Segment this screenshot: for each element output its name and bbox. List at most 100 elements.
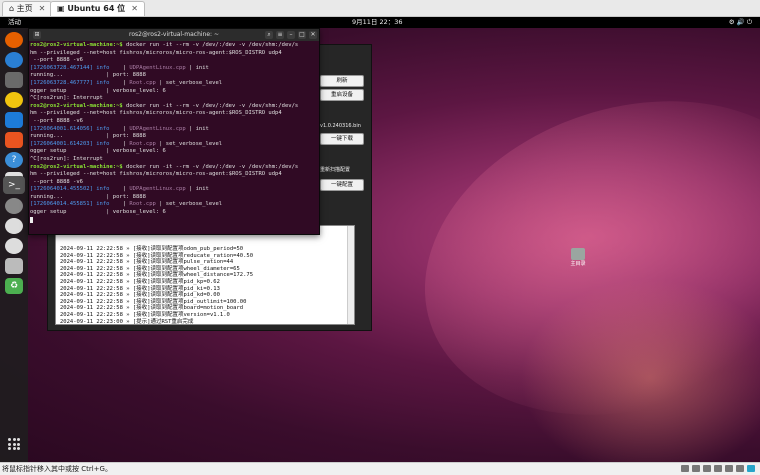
software-icon[interactable] [5, 132, 23, 148]
terminal-output[interactable]: ros2@ros2-virtual-machine:~$ docker run … [30, 42, 318, 232]
menu-icon[interactable]: ≡ [276, 31, 284, 39]
log-source: Root.cpp [129, 140, 156, 147]
output-text: ^C[ros2run]: Interrupt [30, 155, 103, 162]
text-cursor [30, 216, 33, 223]
log-level: info [96, 201, 110, 208]
activities-button[interactable]: 活动 [8, 17, 21, 28]
terminal-titlebar[interactable]: ⊞ ros2@ros2-virtual-machine: ~ ⌕ ≡ – □ ✕ [29, 29, 319, 41]
restart-device-button[interactable]: 重启设备 [320, 89, 364, 101]
system-menu-icons[interactable]: ⚙ 🔊 ⏻ [729, 17, 752, 28]
close-icon[interactable]: ✕ [131, 4, 138, 13]
dock: ? a >_ ♻ [0, 28, 28, 462]
terminal-line: ^C[ros2run]: Interrupt [30, 95, 318, 103]
output-text: --port 8888 -v6 [30, 178, 83, 185]
tab-ubuntu-vm[interactable]: ▣ Ubuntu 64 位 ✕ [50, 1, 145, 16]
search-icon[interactable]: ⌕ [265, 31, 273, 39]
refresh-button[interactable]: 刷新 [320, 75, 364, 87]
firmware-file-label: v1.0.240316.bin [320, 123, 361, 129]
terminal-line: running... | port: 8888 [30, 194, 318, 202]
thunderbird-icon[interactable] [5, 52, 23, 68]
one-click-config-button[interactable]: 一键配置 [320, 179, 364, 191]
help-icon[interactable]: ? [5, 152, 23, 168]
printer-icon[interactable] [736, 465, 744, 472]
output-text: hm --privileged --net=host fishros/micro… [30, 171, 282, 178]
shell-prompt: ros2@ros2-virtual-machine:~$ [30, 102, 127, 109]
terminal-title: ros2@ros2-virtual-machine: ~ [129, 31, 219, 38]
terminal-line: hm --privileged --net=host fishros/micro… [30, 50, 318, 58]
minimize-icon[interactable]: – [287, 31, 295, 39]
log-message: set_verbose_level [165, 201, 223, 208]
usb-icon[interactable] [714, 465, 722, 472]
cd-icon[interactable] [692, 465, 700, 472]
output-text: --port 8888 -v6 [30, 57, 83, 64]
shell-prompt: ros2@ros2-virtual-machine:~$ [30, 42, 127, 48]
one-click-download-button[interactable]: 一键下载 [320, 133, 364, 145]
device-icons [681, 465, 755, 472]
maximize-icon[interactable]: □ [298, 31, 306, 39]
log-message: set_verbose_level [165, 79, 223, 86]
files-icon[interactable] [5, 72, 23, 88]
terminal-line: [1726064001.614056] info | UDPAgentLinux… [30, 125, 209, 132]
terminal-line: ^C[ros2run]: Interrupt [30, 156, 318, 164]
terminal-line: [1726064001.614203] info | Root.cpp | se… [30, 140, 223, 147]
tab-vm-label: Ubuntu 64 位 [67, 4, 126, 13]
clock[interactable]: 9月11日 22：36 [352, 17, 403, 28]
log-source: UDPAgentLinux.cpp [129, 64, 186, 71]
terminal-line: --port 8888 -v6 [30, 57, 318, 65]
log-timestamp: [1726064014.455851] [30, 201, 93, 208]
disc-icon[interactable] [5, 238, 23, 254]
message-icon[interactable] [747, 465, 755, 472]
terminal-line: ogger setup | verbose_level: 6 [30, 88, 318, 96]
rescan-config-label: 重新扫描配置 [320, 167, 351, 173]
drive-icon[interactable] [5, 258, 23, 274]
shell-prompt: ros2@ros2-virtual-machine:~$ [30, 163, 127, 170]
scrollbar[interactable] [347, 226, 354, 324]
terminal-line: ros2@ros2-virtual-machine:~$ docker run … [30, 103, 318, 111]
close-icon[interactable]: ✕ [39, 4, 46, 13]
terminal-line: --port 8888 -v6 [30, 179, 318, 187]
output-text: hm --privileged --net=host fishros/micro… [30, 49, 282, 56]
sound-icon[interactable] [725, 465, 733, 472]
gnome-top-bar: 活动 9月11日 22：36 ⚙ 🔊 ⏻ [0, 17, 760, 28]
settings-icon[interactable] [5, 198, 23, 214]
terminal-line: running... | port: 8888 [30, 133, 318, 141]
writer-icon[interactable] [5, 112, 23, 128]
terminal-line: --port 8888 -v6 [30, 118, 318, 126]
hdd-icon[interactable] [681, 465, 689, 472]
log-timestamp: [1726064014.455502] [30, 186, 93, 193]
host-status-bar: 将鼠标指针移入其中或按 Ctrl+G。 [0, 462, 760, 475]
command-text: docker run -it --rm -v /dev/:/dev -v /de… [126, 163, 299, 170]
command-text: docker run -it --rm -v /dev/:/dev -v /de… [126, 102, 299, 109]
log-panel[interactable]: 2024-09-11 22:22:58 » [接收]读取到配置项odom_pub… [55, 225, 355, 325]
terminal-window[interactable]: ⊞ ros2@ros2-virtual-machine: ~ ⌕ ≡ – □ ✕… [28, 28, 320, 235]
home-folder-label: 主目录 [570, 261, 586, 267]
command-text: docker run -it --rm -v /dev/:/dev -v /de… [126, 42, 299, 48]
output-text: running... | port: 8888 [30, 72, 146, 79]
tab-home-label: 主页 [16, 4, 33, 13]
log-timestamp: [1726063728.467144] [30, 64, 93, 71]
close-icon[interactable]: ✕ [309, 31, 317, 39]
output-text: running... | port: 8888 [30, 133, 146, 140]
log-message: init [195, 125, 209, 132]
new-tab-icon[interactable]: ⊞ [33, 31, 41, 39]
terminal-line: hm --privileged --net=host fishros/micro… [30, 171, 318, 179]
log-level: info [96, 64, 110, 71]
log-level: info [96, 186, 110, 193]
terminal-icon[interactable]: >_ [3, 176, 25, 194]
rhythmbox-icon[interactable] [5, 92, 23, 108]
show-apps-icon[interactable] [8, 438, 20, 450]
terminal-line: ros2@ros2-virtual-machine:~$ docker run … [30, 42, 318, 50]
tab-home[interactable]: ⌂ 主页 ✕ [2, 1, 53, 16]
home-folder-icon[interactable]: 主目录 [566, 248, 590, 267]
terminal-line: [1726064014.455502] info | UDPAgentLinux… [30, 186, 209, 193]
log-timestamp: [1726064001.614056] [30, 125, 93, 132]
folder-icon [571, 248, 585, 260]
recycle-icon[interactable]: ♻ [5, 278, 23, 294]
network-icon[interactable] [703, 465, 711, 472]
disc-icon[interactable] [5, 218, 23, 234]
firefox-icon[interactable] [5, 32, 23, 48]
log-level: info [96, 79, 110, 86]
output-text: ogger setup | verbose_level: 6 [30, 209, 166, 216]
status-hint: 将鼠标指针移入其中或按 Ctrl+G。 [2, 465, 112, 473]
host-tab-bar: ⌂ 主页 ✕ ▣ Ubuntu 64 位 ✕ [0, 0, 760, 17]
